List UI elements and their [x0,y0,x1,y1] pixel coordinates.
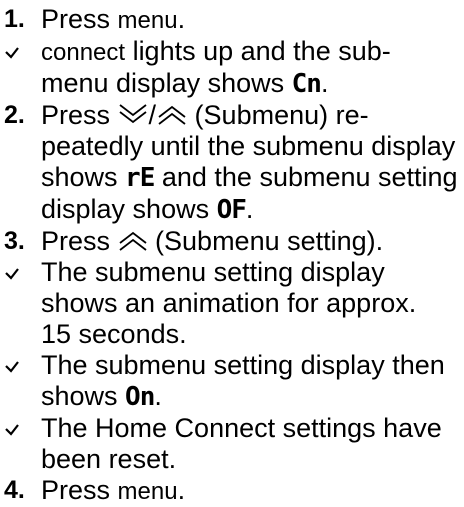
step-4: 4. Press menu. [0,475,464,507]
result-text: been reset. [41,444,177,474]
step-number: 1. [4,5,25,33]
double-chevron-down-icon [118,103,148,127]
result-text: The submenu setting display then [41,350,445,380]
result-text: menu display shows [41,68,292,98]
segment-display-re: rE [125,163,155,193]
result-text: The Home Connect settings have [41,413,442,443]
step-number: 3. [4,227,25,255]
result-text: . [320,68,329,98]
step-1: 1. Press menu. [0,4,464,36]
step-text: and the submenu setting [154,162,458,192]
step-text: (Submenu) re- [187,100,369,130]
step-text: . [245,194,254,224]
segment-display-of: OF [216,195,247,225]
step-text: . [177,475,186,505]
step-text: display shows [41,194,217,224]
step-text: shows [41,162,126,192]
step-text: . [177,4,186,34]
segment-display-on: On [125,382,155,412]
checkmark-icon [4,350,38,381]
step-2: 2. Press / (Submenu) re- peatedly until … [0,100,464,226]
result-text: 15 seconds. [41,319,187,349]
double-chevron-up-icon [118,229,148,253]
checkmark-icon [4,36,38,67]
double-chevron-up-icon [157,103,187,127]
step-number: 4. [4,476,25,504]
result-text: shows an animation for approx. [41,288,417,318]
step-text: (Submenu setting). [147,226,384,256]
step-number: 2. [4,101,25,129]
menu-key-label: menu [117,7,178,34]
checkmark-icon [4,257,38,288]
result-1: connect lights up and the sub- menu disp… [0,36,464,100]
result-text: The submenu setting display [41,257,385,287]
connect-label: connect [41,39,126,66]
result-2: The submenu setting display shows an ani… [0,257,464,350]
result-text: . [154,381,162,411]
result-text: lights up and the sub- [125,36,391,66]
checkmark-icon [4,413,38,444]
instruction-document: 1. Press menu. connect lights up and the… [0,0,464,505]
step-3: 3. Press (Submenu setting). [0,226,464,257]
step-text: Press [41,226,118,256]
segment-display-cn: Cn [291,69,322,99]
result-4: The Home Connect settings have been rese… [0,413,464,475]
step-text: Press [41,475,118,505]
step-text: Press [41,100,118,130]
step-text: Press [41,4,118,34]
result-text: shows [41,381,126,411]
result-3: The submenu setting display then shows O… [0,350,464,413]
step-text: peatedly until the submenu display [41,131,456,161]
separator: / [148,100,157,130]
menu-key-label: menu [117,478,178,505]
